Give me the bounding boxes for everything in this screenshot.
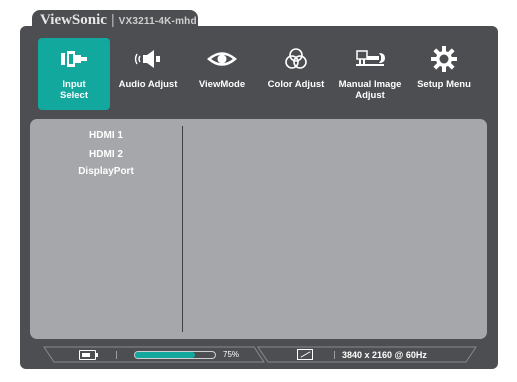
resolution-icon	[297, 349, 313, 360]
battery-icon	[79, 350, 98, 360]
status-divider	[116, 351, 117, 359]
progress-label: 75%	[223, 350, 240, 359]
progress-fill	[135, 352, 195, 358]
resolution-label: 3840 x 2160 @ 60Hz	[342, 350, 427, 360]
status-divider	[334, 351, 335, 359]
progress-bar	[134, 351, 216, 359]
status-bar-outline	[43, 346, 477, 363]
